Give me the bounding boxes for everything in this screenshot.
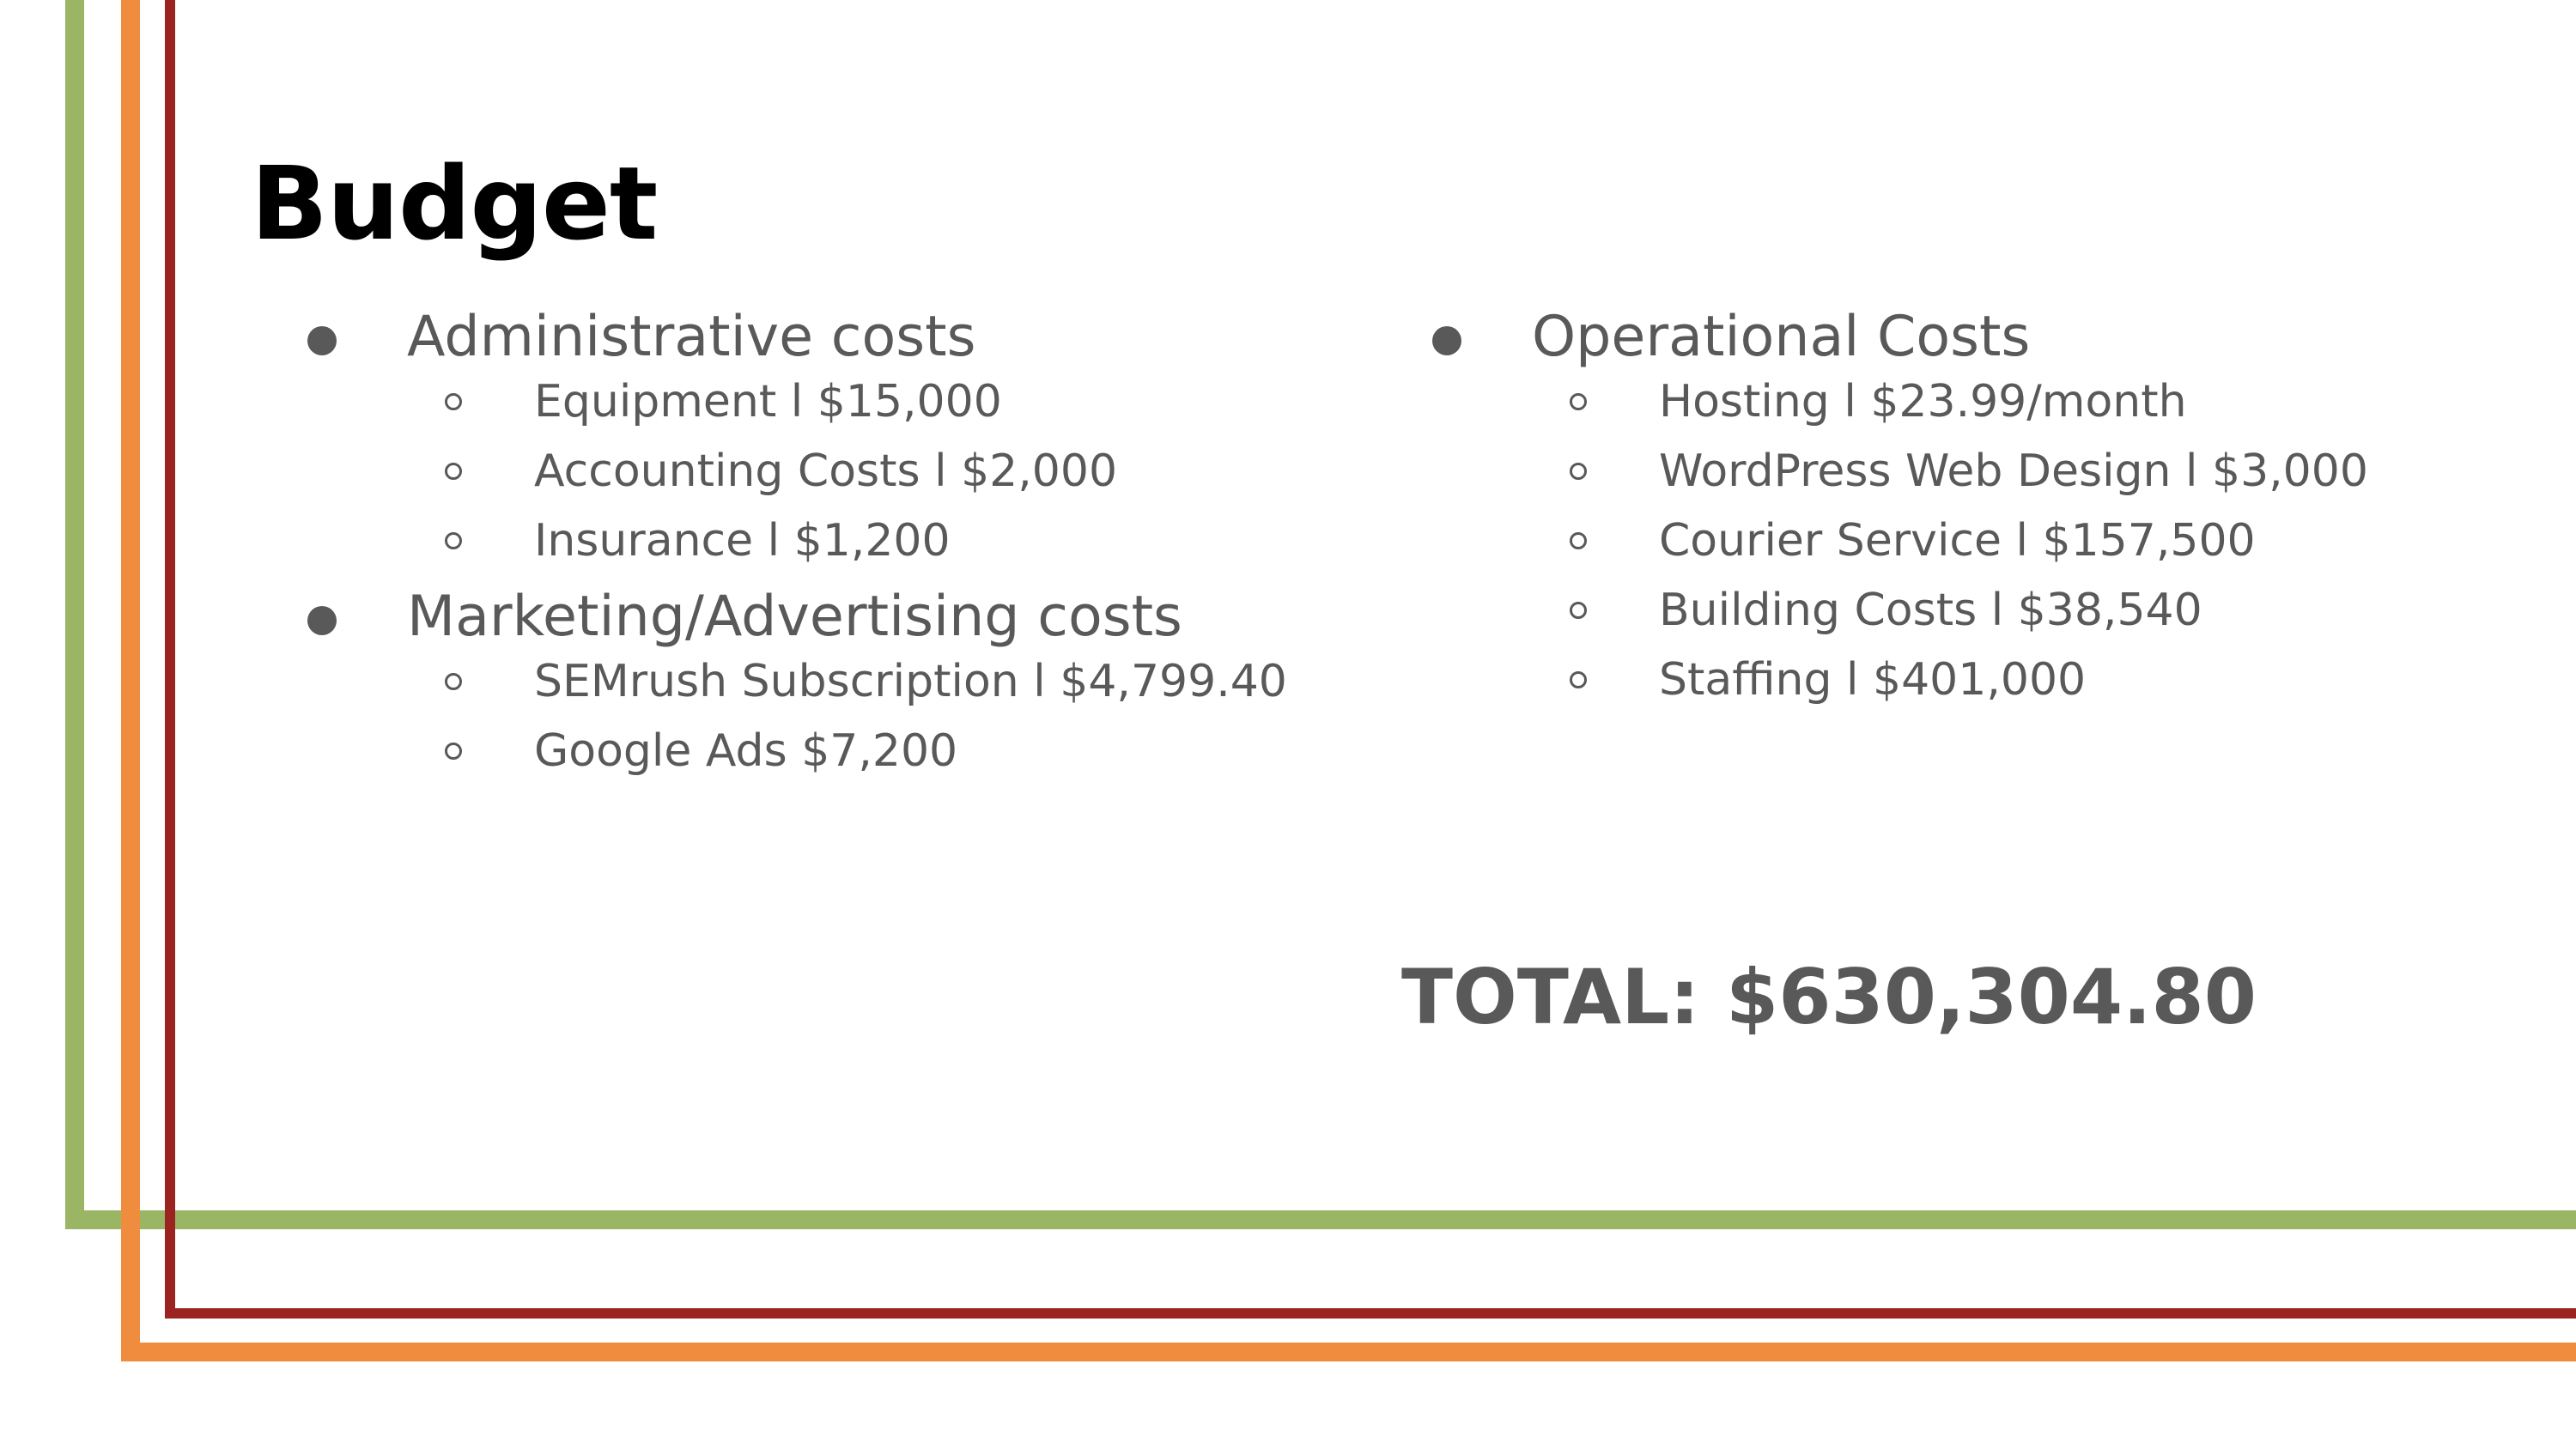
list-item: Accounting Costs l $2,000 — [301, 449, 1287, 518]
item-label: Courier Service l $157,500 — [1659, 515, 2256, 567]
list-item: Hosting l $23.99/month — [1425, 379, 2368, 449]
bullet-icon — [1432, 326, 1461, 355]
item-label: Staffing l $401,000 — [1659, 654, 2087, 706]
item-label: Accounting Costs l $2,000 — [534, 446, 1118, 497]
hollow-bullet-icon — [1570, 602, 1587, 619]
sub-list: Hosting l $23.99/month WordPress Web Des… — [1425, 379, 2368, 728]
hollow-bullet-icon — [445, 463, 462, 480]
orange-frame-vertical — [121, 0, 140, 1361]
hollow-bullet-icon — [1570, 393, 1587, 410]
category-administrative: Administrative costs — [301, 309, 1287, 373]
item-label: WordPress Web Design l $3,000 — [1659, 446, 2368, 497]
list-item: Insurance l $1,200 — [301, 518, 1287, 589]
green-frame-horizontal — [65, 1210, 2576, 1229]
hollow-bullet-icon — [1570, 532, 1587, 549]
hollow-bullet-icon — [1570, 671, 1587, 688]
item-label: Google Ads $7,200 — [534, 725, 958, 777]
item-label: SEMrush Subscription l $4,799.40 — [534, 656, 1287, 707]
list-item: Staffing l $401,000 — [1425, 658, 2368, 728]
list-item: Google Ads $7,200 — [301, 729, 1287, 799]
item-label: Hosting l $23.99/month — [1659, 376, 2187, 427]
bullet-icon — [307, 326, 337, 355]
bullet-icon — [307, 606, 337, 635]
orange-frame-horizontal — [121, 1343, 2576, 1361]
red-frame-vertical — [165, 0, 175, 1319]
hollow-bullet-icon — [445, 393, 462, 410]
sub-list: Equipment l $15,000 Accounting Costs l $… — [301, 379, 1287, 589]
hollow-bullet-icon — [445, 532, 462, 549]
hollow-bullet-icon — [445, 743, 462, 760]
category-marketing: Marketing/Advertising costs — [301, 589, 1287, 652]
sub-list: SEMrush Subscription l $4,799.40 Google … — [301, 659, 1287, 799]
hollow-bullet-icon — [1570, 463, 1587, 480]
category-operational: Operational Costs — [1425, 309, 2368, 373]
item-label: Building Costs l $38,540 — [1659, 585, 2202, 636]
list-item: Equipment l $15,000 — [301, 379, 1287, 449]
category-label: Administrative costs — [407, 305, 976, 369]
budget-total: TOTAL: $630,304.80 — [1401, 953, 2257, 1041]
left-budget-column: Administrative costs Equipment l $15,000… — [301, 309, 1287, 799]
subitems-operational: Hosting l $23.99/month WordPress Web Des… — [1425, 379, 2368, 728]
right-budget-column: Operational Costs Hosting l $23.99/month… — [1425, 309, 2368, 728]
red-frame-horizontal — [165, 1308, 2576, 1319]
subitems-marketing: SEMrush Subscription l $4,799.40 Google … — [301, 659, 1287, 799]
category-label: Marketing/Advertising costs — [407, 585, 1182, 649]
slide-title: Budget — [251, 144, 658, 263]
list-item: WordPress Web Design l $3,000 — [1425, 449, 2368, 518]
item-label: Equipment l $15,000 — [534, 376, 1002, 427]
list-item: Building Costs l $38,540 — [1425, 588, 2368, 658]
green-frame-vertical — [65, 0, 84, 1229]
hollow-bullet-icon — [445, 673, 462, 690]
category-label: Operational Costs — [1532, 305, 2031, 369]
list-item: SEMrush Subscription l $4,799.40 — [301, 659, 1287, 729]
item-label: Insurance l $1,200 — [534, 515, 951, 567]
list-item: Courier Service l $157,500 — [1425, 518, 2368, 588]
subitems-administrative: Equipment l $15,000 Accounting Costs l $… — [301, 379, 1287, 589]
